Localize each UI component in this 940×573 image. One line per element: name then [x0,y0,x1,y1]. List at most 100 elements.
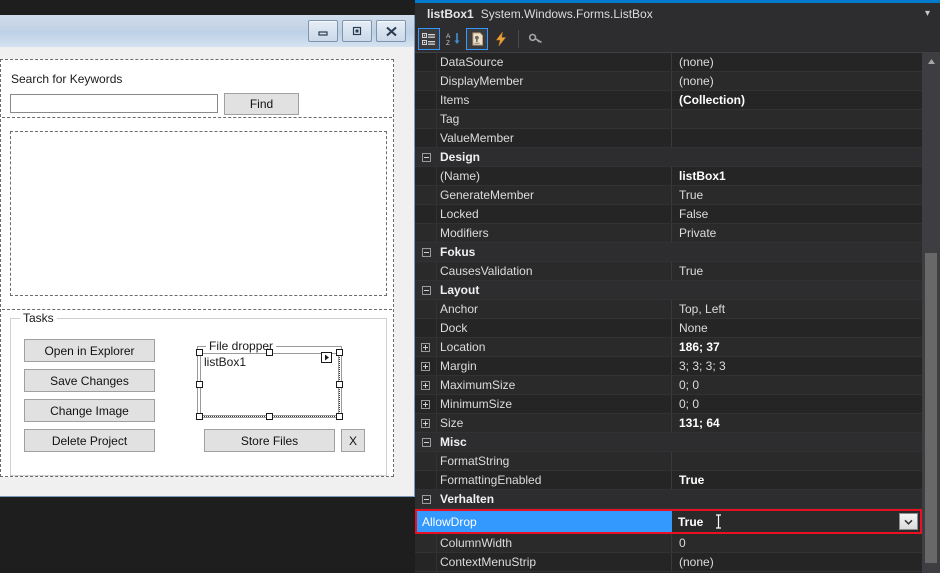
property-value[interactable]: 0; 0 [672,376,922,394]
property-value[interactable] [672,148,922,166]
property-pages-key-button[interactable] [525,28,547,50]
property-value[interactable]: (Collection) [672,91,922,109]
property-row[interactable]: Dock None [415,319,922,338]
open-in-explorer-button[interactable]: Open in Explorer [24,339,155,362]
events-button[interactable] [490,28,512,50]
property-row[interactable]: Margin 3; 3; 3; 3 [415,357,922,376]
property-row-allowdrop[interactable]: AllowDrop True [415,509,922,534]
property-row[interactable]: FormattingEnabled True [415,471,922,490]
expand-icon[interactable] [421,342,430,352]
property-value-allowdrop[interactable]: True [672,511,920,532]
property-row[interactable]: Verhalten [415,490,922,509]
expand-icon[interactable] [421,418,430,428]
property-value[interactable]: False [672,205,922,223]
resize-handle-ne[interactable] [336,349,343,356]
property-value[interactable]: listBox1 [672,167,922,185]
collapse-icon[interactable] [421,247,431,257]
categorized-view-button[interactable] [418,27,440,50]
property-row[interactable]: MaximumSize 0; 0 [415,376,922,395]
expand-icon[interactable] [421,361,430,371]
search-input[interactable] [10,94,218,113]
resize-handle-se[interactable] [336,413,343,420]
row-gutter[interactable] [415,281,437,299]
property-row[interactable]: Misc [415,433,922,452]
resize-handle-sw[interactable] [196,413,203,420]
chevron-down-icon[interactable]: ▾ [925,7,930,21]
row-gutter[interactable] [415,490,437,508]
property-row[interactable]: MinimumSize 0; 0 [415,395,922,414]
smart-tag-button[interactable] [321,352,332,363]
property-row[interactable]: Fokus [415,243,922,262]
collapse-icon[interactable] [421,285,431,295]
property-row[interactable]: Size 131; 64 [415,414,922,433]
property-row[interactable]: Items (Collection) [415,91,922,110]
property-value[interactable]: True [672,186,922,204]
property-value[interactable] [672,433,922,451]
collapse-icon[interactable] [421,152,431,162]
property-value[interactable]: None [672,319,922,337]
property-row[interactable]: ValueMember [415,129,922,148]
listbox1-control[interactable]: listBox1 [200,353,339,416]
property-value[interactable]: (none) [672,553,922,571]
listbox1-selection[interactable]: listBox1 [196,349,343,420]
property-value[interactable]: 3; 3; 3; 3 [672,357,922,375]
property-value[interactable]: Private [672,224,922,242]
scroll-up-arrow-icon[interactable] [922,53,940,70]
property-value[interactable]: (none) [672,72,922,90]
main-designer-panel[interactable]: Search for Keywords Find Tasks Open in E… [0,59,394,477]
property-value[interactable] [672,110,922,128]
store-files-button[interactable]: Store Files [204,429,335,452]
property-value[interactable]: 0 [672,534,922,552]
row-gutter[interactable] [415,414,437,432]
find-button[interactable]: Find [224,93,299,115]
property-row[interactable]: FormatString [415,452,922,471]
properties-scrollbar[interactable] [922,53,940,573]
property-value[interactable]: Top, Left [672,300,922,318]
row-gutter[interactable] [415,395,437,413]
resize-handle-e[interactable] [336,381,343,388]
row-gutter[interactable] [415,338,437,356]
property-value[interactable] [672,452,922,470]
row-gutter[interactable] [415,433,437,451]
alphabetical-sort-button[interactable]: A Z [442,28,464,50]
property-row[interactable]: Modifiers Private [415,224,922,243]
close-button[interactable] [376,20,406,42]
expand-icon[interactable] [421,380,430,390]
resize-handle-nw[interactable] [196,349,203,356]
property-row[interactable]: Location 186; 37 [415,338,922,357]
property-value[interactable] [672,129,922,147]
scrollbar-thumb[interactable] [925,253,937,563]
collapse-icon[interactable] [421,437,431,447]
clear-files-button[interactable]: X [341,429,365,452]
minimize-button[interactable] [308,20,338,42]
property-row[interactable]: Anchor Top, Left [415,300,922,319]
property-row[interactable]: ColumnWidth 0 [415,534,922,553]
save-changes-button[interactable]: Save Changes [24,369,155,392]
row-gutter[interactable] [415,376,437,394]
resize-handle-w[interactable] [196,381,203,388]
property-row[interactable]: ContextMenuStrip (none) [415,553,922,572]
property-row[interactable]: CausesValidation True [415,262,922,281]
property-row[interactable]: Tag [415,110,922,129]
property-row[interactable]: Locked False [415,205,922,224]
property-row[interactable]: DisplayMember (none) [415,72,922,91]
collapse-icon[interactable] [421,494,431,504]
resize-handle-s[interactable] [266,413,273,420]
property-value[interactable] [672,243,922,261]
property-value[interactable]: 0; 0 [672,395,922,413]
listbox1-item[interactable]: listBox1 [204,355,246,369]
row-gutter[interactable] [415,243,437,261]
property-value[interactable]: 131; 64 [672,414,922,432]
property-row[interactable]: DataSource (none) [415,53,922,72]
image-preview-panel[interactable] [10,131,387,296]
property-value[interactable]: True [672,471,922,489]
property-name-allowdrop[interactable]: AllowDrop [417,511,672,532]
expand-icon[interactable] [421,399,430,409]
resize-handle-n[interactable] [266,349,273,356]
property-value[interactable]: True [672,262,922,280]
properties-grid[interactable]: DataSource (none) DisplayMember (none) Items… [415,53,922,573]
property-value[interactable]: (none) [672,53,922,71]
property-value[interactable] [672,490,922,508]
properties-page-button[interactable] [466,27,488,50]
property-row[interactable]: Layout [415,281,922,300]
